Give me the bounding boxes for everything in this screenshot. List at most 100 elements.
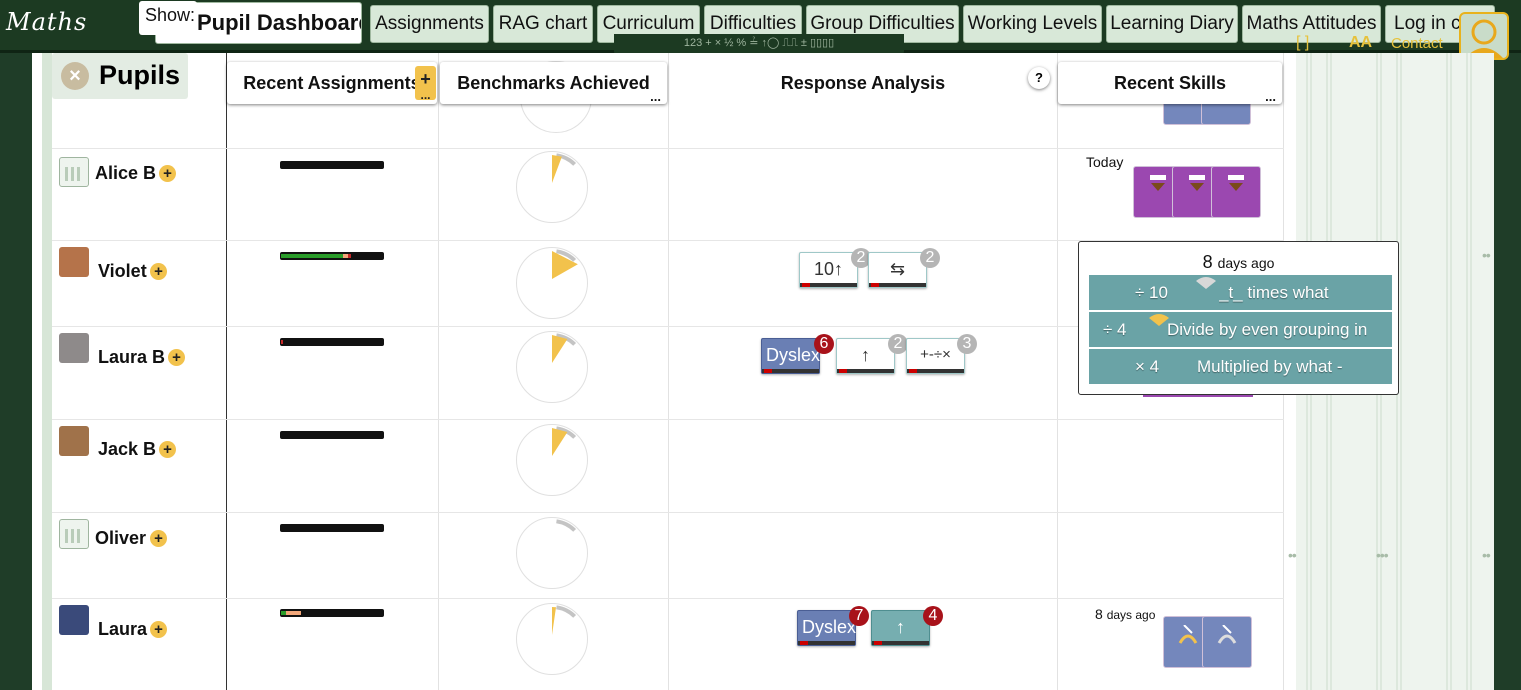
benchmark-wedge [552, 428, 568, 456]
pupil-name[interactable]: Laura [98, 619, 147, 640]
col-recent-assignments[interactable]: Recent Assignments [227, 62, 437, 104]
col-title: Benchmarks Achieved [457, 73, 650, 93]
col-response-analysis: Response Analysis [670, 62, 1056, 104]
benchmark-dial[interactable] [516, 424, 588, 496]
tab-working-levels[interactable]: Working Levels [963, 5, 1102, 43]
dyslexia-chip[interactable]: Dyslex [797, 610, 856, 646]
skill-row[interactable]: ÷ 4 Divide by even grouping in [1089, 312, 1392, 347]
benchmark-arc [552, 333, 577, 363]
col-benchmarks[interactable]: Benchmarks Achieved ... [440, 62, 667, 104]
fullscreen-icon[interactable]: [ ] [1296, 34, 1309, 52]
add-pupil-item-button[interactable]: + [159, 165, 176, 182]
dots-icon: •• [1482, 247, 1491, 263]
assignment-progress-bar [280, 524, 384, 532]
col-title: Recent Assignments [243, 73, 421, 93]
chip-label: ⇆ [889, 259, 906, 279]
benchmark-arc [552, 426, 577, 456]
response-chip[interactable]: 10↑ [799, 252, 858, 288]
response-chip[interactable]: ↑ [836, 338, 895, 374]
avatar [59, 157, 89, 187]
left-stripe [42, 53, 52, 690]
skill-tile[interactable] [1211, 166, 1261, 218]
pupil-name[interactable]: Jack B [98, 439, 156, 460]
skill-icon [1150, 175, 1166, 191]
popup-days-unit: days ago [1217, 255, 1275, 271]
more-icon[interactable]: ... [1265, 90, 1276, 103]
benchmark-wedge [552, 607, 557, 635]
tab-assignments[interactable]: Assignments [370, 5, 489, 43]
skill-icon [1228, 175, 1244, 191]
benchmark-dial[interactable] [516, 517, 588, 589]
dog-avatar [59, 426, 89, 456]
skill-desc: _t_ times what [1219, 283, 1329, 302]
skill-row[interactable]: × 4 Multiplied by what - [1089, 349, 1392, 384]
more-icon[interactable]: ... [650, 90, 661, 103]
pupil-name[interactable]: Alice B [95, 163, 156, 184]
husky-avatar [59, 605, 89, 635]
add-pupil-item-button[interactable]: + [168, 349, 185, 366]
benchmark-dial[interactable] [516, 603, 588, 675]
progress-segment-orange [286, 611, 301, 615]
col-title: Recent Skills [1113, 73, 1227, 93]
show-label: Show: [139, 1, 197, 35]
font-size-button[interactable]: AA [1349, 34, 1372, 52]
top-bar: Maths Pupil Dashboard Show: Assignments … [0, 0, 1521, 60]
chip-bar [800, 283, 857, 287]
chip-label: ↑ [896, 617, 905, 637]
skill-op: ÷ 10 [1135, 283, 1168, 302]
chip-label: Dyslex [802, 617, 857, 637]
count-badge: 2 [920, 248, 940, 268]
tab-rag-chart[interactable]: RAG chart [493, 5, 593, 43]
benchmark-wedge [552, 155, 562, 183]
skill-row[interactable]: ÷ 10 _t_ times what [1089, 275, 1392, 310]
benchmark-dial[interactable] [516, 151, 588, 223]
popup-date: 8 days ago [1079, 252, 1398, 273]
count-badge: 4 [923, 606, 943, 626]
skills-popup: 8 days ago ÷ 10 _t_ times what ÷ 4 Divid… [1078, 241, 1399, 395]
chip-label: ↑ [861, 345, 870, 365]
count-badge: 7 [849, 606, 869, 626]
skill-desc: Divide by even grouping in [1167, 320, 1368, 339]
chip-bar [837, 369, 894, 373]
pupil-name[interactable]: Laura B [98, 347, 165, 368]
assignment-progress-bar [280, 161, 384, 169]
skill-date: 8 days ago [1095, 606, 1155, 622]
pupils-title: Pupils [99, 60, 181, 90]
contact-link[interactable]: Contact [1391, 35, 1443, 52]
progress-segment-green [281, 254, 343, 258]
more-icon: ... [420, 88, 431, 102]
dyslexia-chip[interactable]: Dyslex [761, 338, 820, 374]
chip-bar [869, 283, 926, 287]
maths-logo[interactable]: Maths [6, 8, 87, 36]
tab-learning-diary[interactable]: Learning Diary [1106, 5, 1238, 43]
pupil-name[interactable]: Violet [98, 261, 147, 282]
progress-segment-red [281, 340, 283, 344]
pupils-header: × Pupils [52, 53, 188, 99]
row-divider [52, 148, 1284, 149]
chip-bar [798, 641, 855, 645]
help-icon[interactable]: ? [1028, 67, 1050, 89]
add-pupil-item-button[interactable]: + [159, 441, 176, 458]
add-assignment-button[interactable]: + ... [415, 66, 436, 102]
skill-tile[interactable] [1202, 616, 1252, 668]
skill-date: Today [1086, 154, 1124, 170]
add-pupil-item-button[interactable]: + [150, 530, 167, 547]
response-chip[interactable]: ↑ [871, 610, 930, 646]
stripe [1446, 53, 1454, 690]
benchmark-dial[interactable] [516, 247, 588, 319]
close-icon[interactable]: × [61, 62, 89, 90]
progress-segment-red [348, 254, 351, 258]
response-chip[interactable]: ⇆ [868, 252, 927, 288]
add-pupil-item-button[interactable]: + [150, 263, 167, 280]
benchmark-dial[interactable] [516, 331, 588, 403]
plus-icon: + [420, 69, 431, 89]
col-recent-skills[interactable]: Recent Skills ... [1058, 62, 1282, 104]
user-icon [1465, 19, 1503, 58]
rabbit-avatar [59, 333, 89, 363]
row-divider [52, 598, 1284, 599]
count-badge: 2 [888, 334, 908, 354]
add-pupil-item-button[interactable]: + [150, 621, 167, 638]
dots-icon: •• [1288, 547, 1297, 563]
assignment-progress-bar [280, 338, 384, 346]
pupil-name[interactable]: Oliver [95, 528, 146, 549]
